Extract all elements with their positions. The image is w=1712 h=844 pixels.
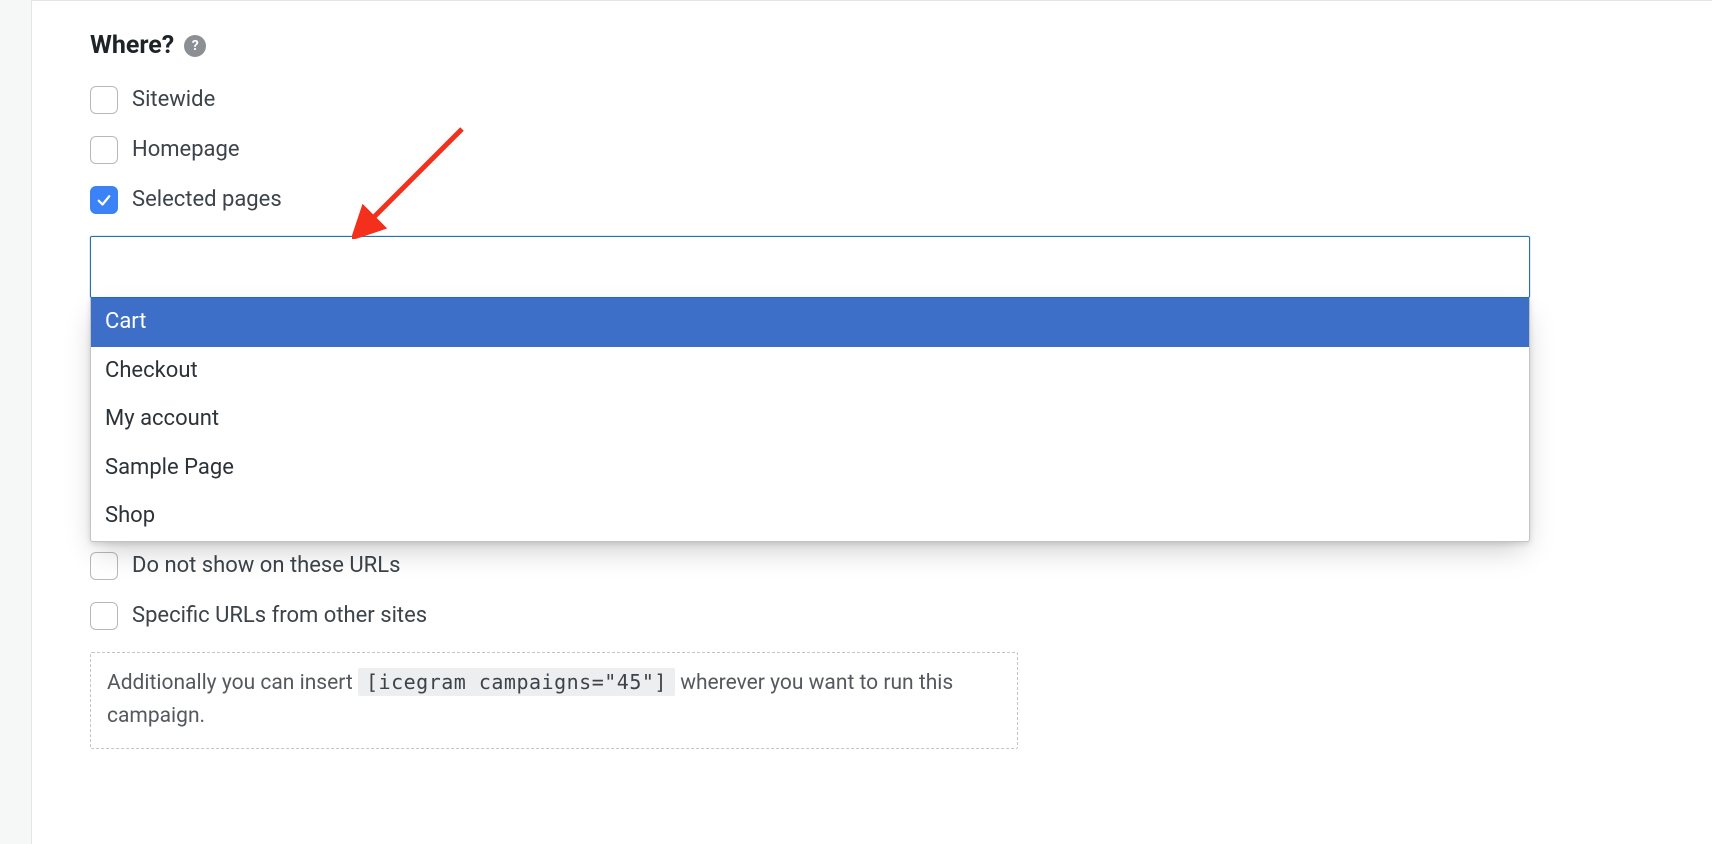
page-option[interactable]: Checkout: [91, 347, 1529, 396]
checkbox-homepage[interactable]: [90, 136, 118, 164]
label-homepage: Homepage: [132, 137, 240, 163]
option-do-not-show[interactable]: Do not show on these URLs: [90, 552, 1712, 580]
left-edge-strip: [0, 0, 32, 844]
label-selected-pages: Selected pages: [132, 187, 282, 213]
option-selected-pages[interactable]: Selected pages: [90, 186, 1712, 214]
hint-before: Additionally you can insert: [107, 671, 358, 695]
shortcode-hint: Additionally you can insert [icegram cam…: [90, 652, 1018, 749]
help-icon[interactable]: ?: [184, 35, 206, 57]
label-do-not-show: Do not show on these URLs: [132, 553, 400, 579]
option-specific-urls[interactable]: Specific URLs from other sites: [90, 602, 1712, 630]
page-select-dropdown: CartCheckoutMy accountSample PageShop: [90, 298, 1530, 542]
checkbox-specific-urls[interactable]: [90, 602, 118, 630]
page-option[interactable]: Shop: [91, 492, 1529, 541]
where-panel: Where? ? Sitewide Homepage: [32, 0, 1712, 844]
section-header: Where? ?: [90, 31, 1712, 60]
page-option[interactable]: Sample Page: [91, 444, 1529, 493]
page-select-input[interactable]: [90, 236, 1530, 298]
checkbox-selected-pages[interactable]: [90, 186, 118, 214]
checkbox-do-not-show[interactable]: [90, 552, 118, 580]
hint-code: [icegram campaigns="45"]: [358, 668, 675, 696]
section-title: Where?: [90, 31, 174, 60]
page-select: CartCheckoutMy accountSample PageShop: [90, 236, 1530, 542]
label-specific-urls: Specific URLs from other sites: [132, 603, 427, 629]
label-sitewide: Sitewide: [132, 87, 215, 113]
page-option[interactable]: Cart: [91, 298, 1529, 347]
page-option[interactable]: My account: [91, 395, 1529, 444]
checkbox-sitewide[interactable]: [90, 86, 118, 114]
option-sitewide[interactable]: Sitewide: [90, 86, 1712, 114]
option-homepage[interactable]: Homepage: [90, 136, 1712, 164]
